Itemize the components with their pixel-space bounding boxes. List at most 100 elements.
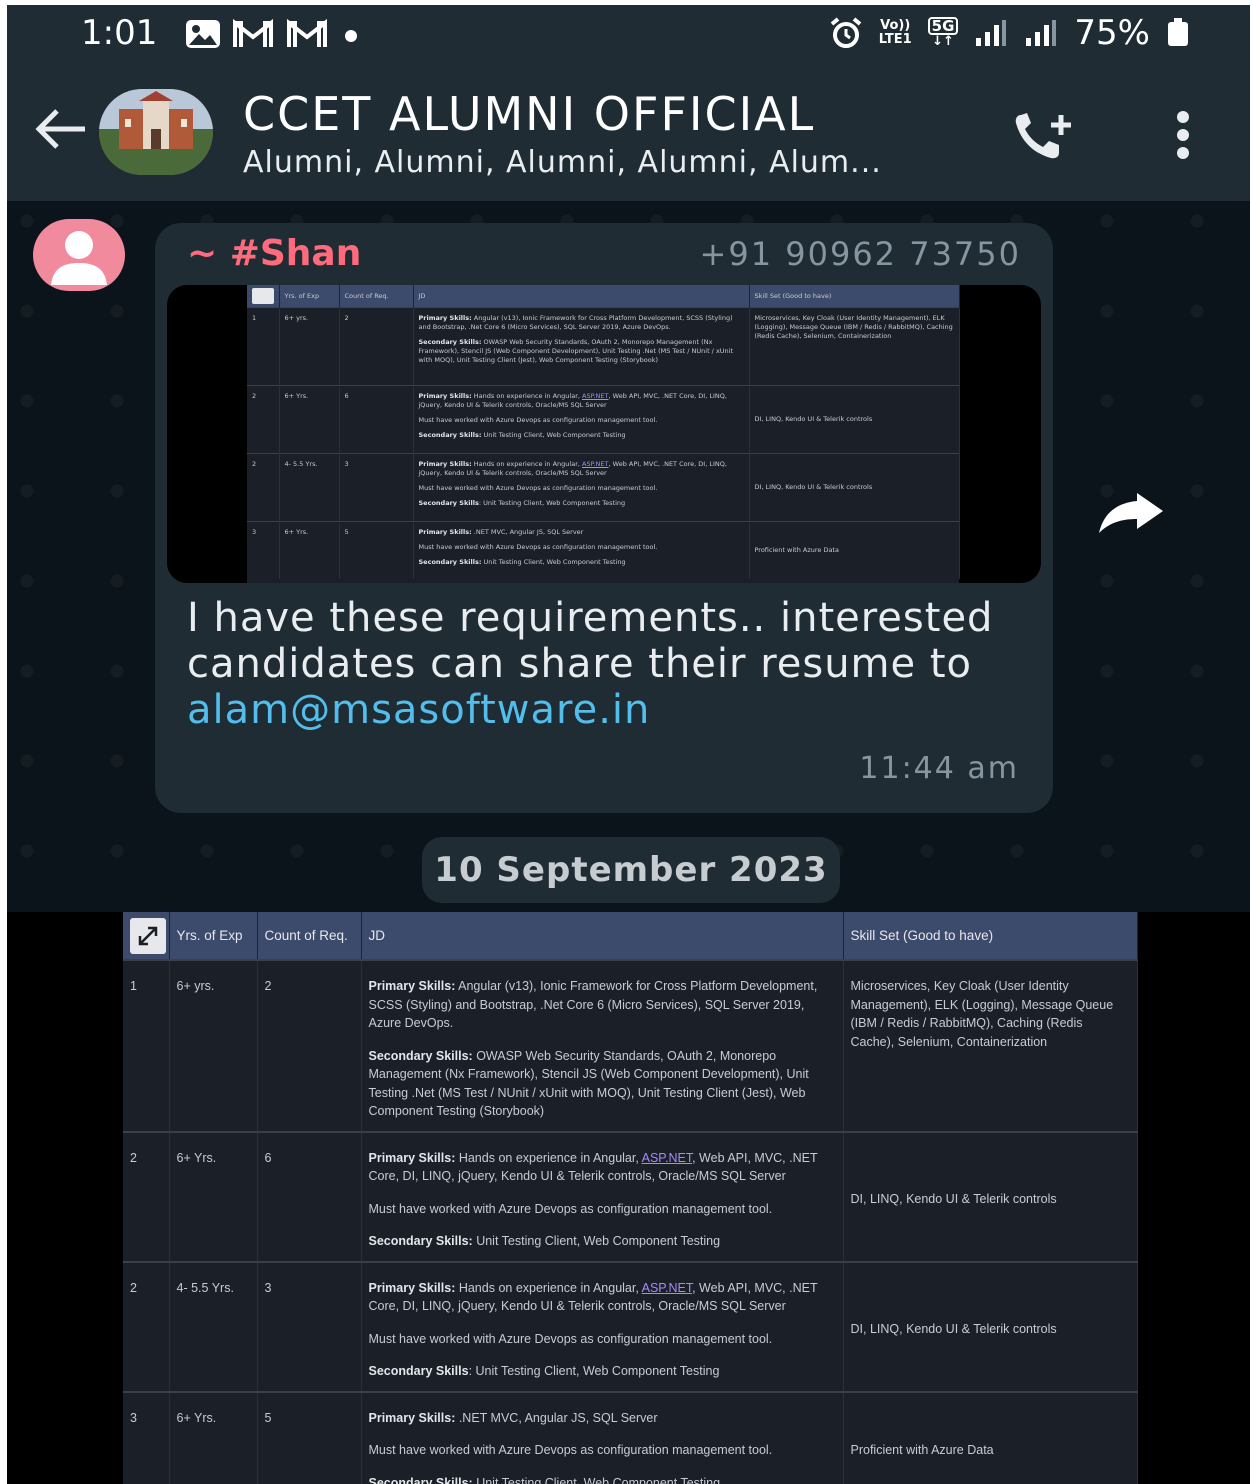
sender-name[interactable]: ~ #Shan	[187, 233, 361, 274]
mini-header-count: Count of Req.	[339, 285, 414, 307]
gmail-icon	[233, 19, 273, 47]
mini-cell-count: 3	[339, 452, 414, 521]
header-jd: JD	[361, 912, 844, 960]
cell-jd: Primary Skills: Hands on experience in A…	[361, 1260, 844, 1392]
status-time: 1:01	[81, 13, 158, 53]
image-preview: Yrs. of Exp Count of Req. JD Skill Set (…	[247, 285, 960, 583]
phone-screen: 1:01 Vo)) LTE1 5G ↓↑ 75% CCET ALUMNI OFF…	[7, 5, 1250, 912]
mini-cell-skill: Microservices, Key Cloak (User Identity …	[749, 306, 960, 385]
cell-jd: Primary Skills: Hands on experience in A…	[361, 1130, 844, 1262]
volte-indicator: Vo)) LTE1	[878, 18, 912, 47]
cell-exp: 4- 5.5 Yrs.	[169, 1260, 258, 1392]
cell-jd: Primary Skills: Angular (v13), Ionic Fra…	[361, 959, 844, 1132]
mini-cell-jd: Primary Skills: .NET MVC, Angular JS, SQ…	[413, 520, 750, 579]
mini-cell-jd: Primary Skills: Angular (v13), Ionic Fra…	[413, 306, 750, 385]
aspnet-link[interactable]: ASP.NET	[642, 1151, 693, 1165]
table-row: 1 6+ yrs. 2 Primary Skills: Angular (v13…	[123, 959, 1138, 1132]
alarm-icon	[830, 17, 862, 48]
expand-icon[interactable]	[252, 287, 274, 304]
mini-cell-jd: Primary Skills: Hands on experience in A…	[413, 384, 750, 453]
table-row: 2 6+ Yrs. 6 Primary Skills: Hands on exp…	[123, 1130, 1138, 1262]
mini-header-jd: JD	[413, 285, 750, 307]
cell-jd: Primary Skills: .NET MVC, Angular JS, SQ…	[361, 1390, 844, 1484]
cell-no: 3	[123, 1390, 170, 1484]
image-attachment[interactable]: Yrs. of Exp Count of Req. JD Skill Set (…	[167, 285, 1041, 583]
gallery-icon	[186, 20, 220, 48]
cell-no: 2	[123, 1260, 170, 1392]
mini-cell-skill: DI, LINQ, Kendo UI & Telerik controls	[749, 384, 960, 453]
mini-header-skill: Skill Set (Good to have)	[749, 285, 960, 307]
cell-skill: Proficient with Azure Data	[843, 1390, 1138, 1484]
person-icon	[51, 231, 107, 285]
sender-phone[interactable]: +91 90962 73750	[700, 235, 1021, 273]
mini-cell-no: 3	[247, 520, 280, 579]
table-row: 2 4- 5.5 Yrs. 3 Primary Skills: Hands on…	[247, 452, 960, 521]
notification-dot-icon	[345, 30, 357, 42]
gmail-icon	[287, 19, 327, 47]
group-avatar[interactable]	[99, 89, 213, 175]
requirements-table-thumbnail: Yrs. of Exp Count of Req. JD Skill Set (…	[247, 285, 960, 579]
message-bubble[interactable]: ~ #Shan +91 90962 73750 Yrs. of Exp Coun…	[155, 223, 1053, 813]
mini-cell-skill: Proficient with Azure Data	[749, 520, 960, 579]
cell-skill: DI, LINQ, Kendo UI & Telerik controls	[843, 1130, 1138, 1262]
cell-no: 1	[123, 959, 170, 1132]
back-arrow-icon[interactable]	[33, 107, 89, 151]
table-row: 2 6+ Yrs. 6 Primary Skills: Hands on exp…	[247, 384, 960, 453]
mini-cell-count: 5	[339, 520, 414, 579]
group-participants[interactable]: Alumni, Alumni, Alumni, Alumni, Alum...	[243, 145, 882, 180]
mini-cell-jd: Primary Skills: Hands on experience in A…	[413, 452, 750, 521]
table-row: 3 6+ Yrs. 5 Primary Skills: .NET MVC, An…	[123, 1390, 1138, 1484]
mini-header-exp: Yrs. of Exp	[279, 285, 340, 307]
requirements-table: Yrs. of Exp Count of Req. JD Skill Set (…	[123, 912, 1138, 1484]
cell-no: 2	[123, 1130, 170, 1262]
mini-cell-exp: 6+ Yrs.	[279, 384, 340, 453]
cell-skill: DI, LINQ, Kendo UI & Telerik controls	[843, 1260, 1138, 1392]
status-bar: 1:01 Vo)) LTE1 5G ↓↑ 75%	[7, 5, 1250, 67]
mini-cell-count: 6	[339, 384, 414, 453]
forward-icon[interactable]	[1095, 491, 1167, 535]
status-notification-icons	[185, 19, 363, 49]
expand-icon[interactable]	[130, 917, 166, 954]
table-row: 1 6+ yrs. 2 Primary Skills: Angular (v13…	[247, 306, 960, 385]
cell-exp: 6+ Yrs.	[169, 1130, 258, 1262]
mini-cell-no: 2	[247, 384, 280, 453]
zoomed-table-container: Yrs. of Exp Count of Req. JD Skill Set (…	[123, 912, 1138, 1484]
cell-exp: 6+ yrs.	[169, 959, 258, 1132]
table-header-row: Yrs. of Exp Count of Req. JD Skill Set (…	[123, 912, 1138, 960]
zoomed-image-section: Yrs. of Exp Count of Req. JD Skill Set (…	[7, 912, 1250, 1484]
expand-header	[123, 912, 170, 960]
table-row: 2 4- 5.5 Yrs. 3 Primary Skills: Hands on…	[123, 1260, 1138, 1392]
mini-cell-exp: 6+ Yrs.	[279, 520, 340, 579]
more-vert-icon[interactable]	[1173, 111, 1193, 159]
signal-icon	[1026, 20, 1057, 46]
mini-cell-no: 1	[247, 306, 280, 385]
network-indicator: 5G ↓↑	[927, 17, 959, 49]
message-timestamp: 11:44 am	[859, 751, 1019, 786]
sender-avatar[interactable]	[33, 219, 125, 291]
group-title[interactable]: CCET ALUMNI OFFICIAL	[243, 87, 815, 141]
mini-cell-exp: 4- 5.5 Yrs.	[279, 452, 340, 521]
cell-skill: Microservices, Key Cloak (User Identity …	[843, 959, 1138, 1132]
add-call-icon[interactable]	[1011, 111, 1075, 163]
mini-expand-header	[247, 285, 280, 307]
status-system-icons: Vo)) LTE1 5G ↓↑ 75%	[829, 13, 1190, 53]
email-link[interactable]: alam@msasoftware.in	[187, 687, 650, 733]
header-exp: Yrs. of Exp	[169, 912, 258, 960]
mini-cell-count: 2	[339, 306, 414, 385]
mini-cell-no: 2	[247, 452, 280, 521]
date-separator: 10 September 2023	[422, 837, 840, 903]
cell-count: 2	[257, 959, 362, 1132]
header-count: Count of Req.	[257, 912, 362, 960]
table-row: 3 6+ Yrs. 5 Primary Skills: .NET MVC, An…	[247, 520, 960, 579]
mini-cell-skill: DI, LINQ, Kendo UI & Telerik controls	[749, 452, 960, 521]
header-skill: Skill Set (Good to have)	[843, 912, 1138, 960]
signal-icon	[976, 20, 1007, 46]
battery-percentage: 75%	[1074, 13, 1150, 53]
chat-area: ~ #Shan +91 90962 73750 Yrs. of Exp Coun…	[7, 201, 1250, 912]
mini-cell-exp: 6+ yrs.	[279, 306, 340, 385]
aspnet-link[interactable]: ASP.NET	[642, 1281, 693, 1295]
battery-icon	[1168, 18, 1188, 46]
chat-header: CCET ALUMNI OFFICIAL Alumni, Alumni, Alu…	[7, 67, 1250, 201]
cell-count: 5	[257, 1390, 362, 1484]
message-text: I have these requirements.. interested c…	[187, 595, 994, 733]
